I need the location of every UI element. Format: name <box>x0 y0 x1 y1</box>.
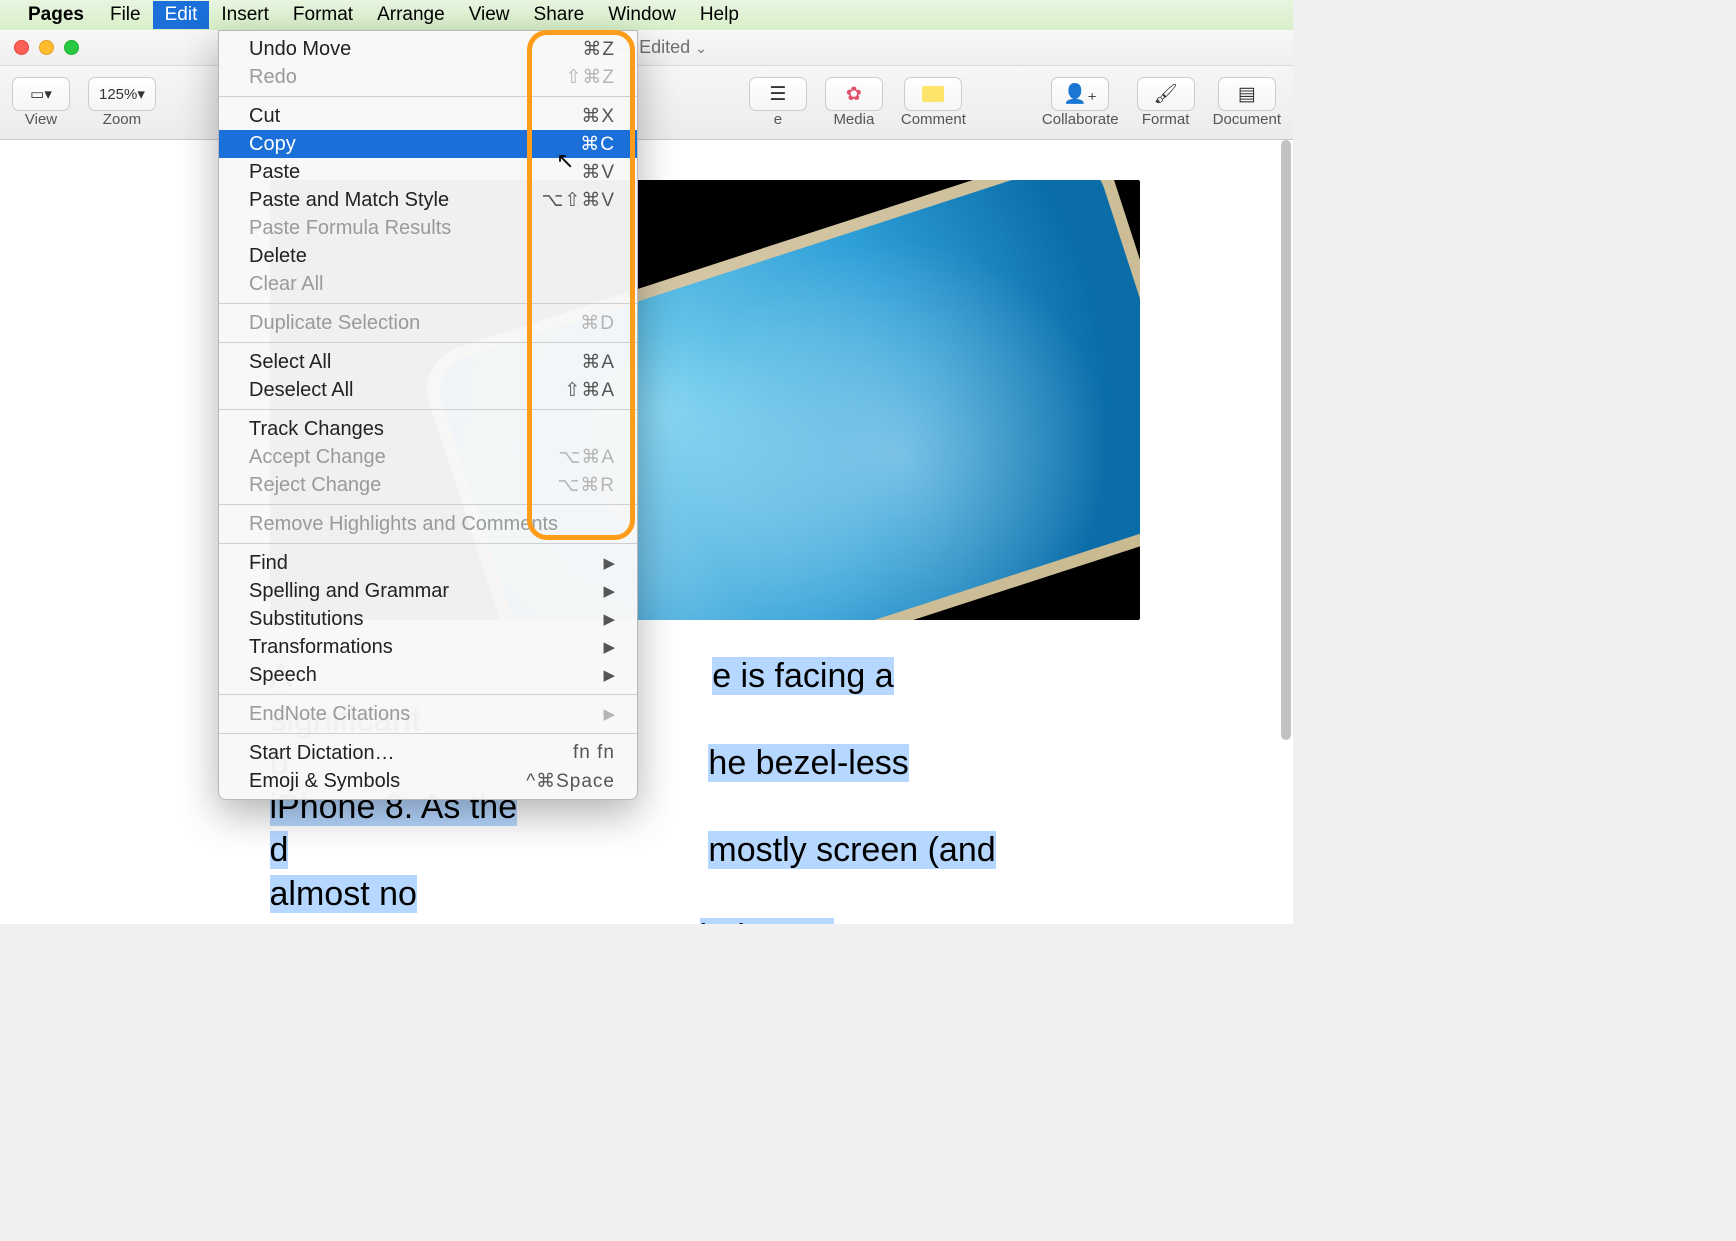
menu-insert[interactable]: Insert <box>209 1 281 29</box>
comment-icon <box>922 86 944 102</box>
menu-item-clear-all: Clear All <box>219 270 637 298</box>
toolbar-zoom-label: Zoom <box>103 111 141 128</box>
media-icon: ✿ <box>846 83 862 106</box>
window-titlebar: e 8 — Edited ⌄ <box>0 30 1293 66</box>
menu-item-deselect-all[interactable]: Deselect All⇧⌘A <box>219 376 637 404</box>
menu-item-substitutions[interactable]: Substitutions▶ <box>219 605 637 633</box>
menu-item-find[interactable]: Find▶ <box>219 549 637 577</box>
document-icon: ▤ <box>1238 83 1256 106</box>
edit-menu-dropdown: Undo Move⌘ZRedo⇧⌘ZCut⌘XCopy⌘CPaste⌘VPast… <box>218 30 638 800</box>
menu-item-endnote-citations: EndNote Citations▶ <box>219 700 637 728</box>
menu-item-copy[interactable]: Copy⌘C <box>219 130 637 158</box>
menu-item-select-all[interactable]: Select All⌘A <box>219 348 637 376</box>
menu-file[interactable]: File <box>98 1 153 29</box>
document-canvas[interactable]: Ae is facing a significant bhe bezel-les… <box>0 140 1279 924</box>
menu-edit[interactable]: Edit <box>153 1 210 29</box>
menu-item-delete[interactable]: Delete <box>219 242 637 270</box>
menu-item-speech[interactable]: Speech▶ <box>219 661 637 689</box>
pages-window: e 8 — Edited ⌄ ▭▾ View 125%▾ Zoom ☰ e ✿ … <box>0 30 1293 924</box>
menu-item-undo-move[interactable]: Undo Move⌘Z <box>219 35 637 63</box>
menu-arrange[interactable]: Arrange <box>365 1 457 29</box>
menu-item-start-dictation-[interactable]: Start Dictation…fn fn <box>219 739 637 767</box>
menu-item-track-changes[interactable]: Track Changes <box>219 415 637 443</box>
toolbar-item[interactable]: ☰ e <box>749 77 807 128</box>
collaborate-icon: 👤₊ <box>1063 82 1097 106</box>
menu-item-paste[interactable]: Paste⌘V <box>219 158 637 186</box>
toolbar: ▭▾ View 125%▾ Zoom ☰ e ✿ Media Comment 👤… <box>0 66 1293 140</box>
toolbar-format[interactable]: 🖌 Format <box>1137 77 1195 128</box>
menu-format[interactable]: Format <box>281 1 365 29</box>
toolbar-view[interactable]: ▭▾ View <box>12 77 70 128</box>
toolbar-view-label: View <box>25 111 57 128</box>
toolbar-comment[interactable]: Comment <box>901 77 966 128</box>
toolbar-media[interactable]: ✿ Media <box>825 77 883 128</box>
vertical-scrollbar[interactable] <box>1281 140 1291 740</box>
toolbar-document[interactable]: ▤ Document <box>1213 77 1281 128</box>
menu-item-paste-and-match-style[interactable]: Paste and Match Style⌥⇧⌘V <box>219 186 637 214</box>
toolbar-zoom[interactable]: 125%▾ Zoom <box>88 77 156 128</box>
zoom-window-button[interactable] <box>64 40 79 55</box>
toolbar-collaborate[interactable]: 👤₊ Collaborate <box>1042 77 1119 128</box>
menu-view[interactable]: View <box>457 1 522 29</box>
submenu-arrow-icon: ▶ <box>603 582 615 600</box>
view-icon: ▭▾ <box>30 85 52 103</box>
minimize-window-button[interactable] <box>39 40 54 55</box>
submenu-arrow-icon: ▶ <box>603 610 615 628</box>
menu-item-redo: Redo⇧⌘Z <box>219 63 637 91</box>
system-menubar: Pages File Edit Insert Format Arrange Vi… <box>0 0 1293 30</box>
document-title[interactable]: e 8 — Edited ⌄ <box>0 37 1293 58</box>
traffic-lights <box>14 40 79 55</box>
menu-item-remove-highlights-and-comments: Remove Highlights and Comments <box>219 510 637 538</box>
submenu-arrow-icon: ▶ <box>603 666 615 684</box>
menu-item-accept-change: Accept Change⌥⌘A <box>219 443 637 471</box>
app-name[interactable]: Pages <box>28 4 84 26</box>
menu-item-duplicate-selection: Duplicate Selection⌘D <box>219 309 637 337</box>
menu-window[interactable]: Window <box>596 1 688 29</box>
menu-item-emoji-symbols[interactable]: Emoji & Symbols^⌘Space <box>219 767 637 795</box>
menu-item-reject-change: Reject Change⌥⌘R <box>219 471 637 499</box>
chevron-down-icon: ⌄ <box>695 40 707 56</box>
zoom-value: 125%▾ <box>99 85 145 103</box>
menu-share[interactable]: Share <box>522 1 597 29</box>
submenu-arrow-icon: ▶ <box>603 638 615 656</box>
menu-item-transformations[interactable]: Transformations▶ <box>219 633 637 661</box>
submenu-arrow-icon: ▶ <box>603 705 615 723</box>
close-window-button[interactable] <box>14 40 29 55</box>
menu-item-cut[interactable]: Cut⌘X <box>219 102 637 130</box>
format-icon: 🖌 <box>1154 82 1178 106</box>
generic-icon: ☰ <box>769 83 786 106</box>
menu-item-paste-formula-results: Paste Formula Results <box>219 214 637 242</box>
menu-item-spelling-and-grammar[interactable]: Spelling and Grammar▶ <box>219 577 637 605</box>
menu-help[interactable]: Help <box>688 1 751 29</box>
submenu-arrow-icon: ▶ <box>603 554 615 572</box>
